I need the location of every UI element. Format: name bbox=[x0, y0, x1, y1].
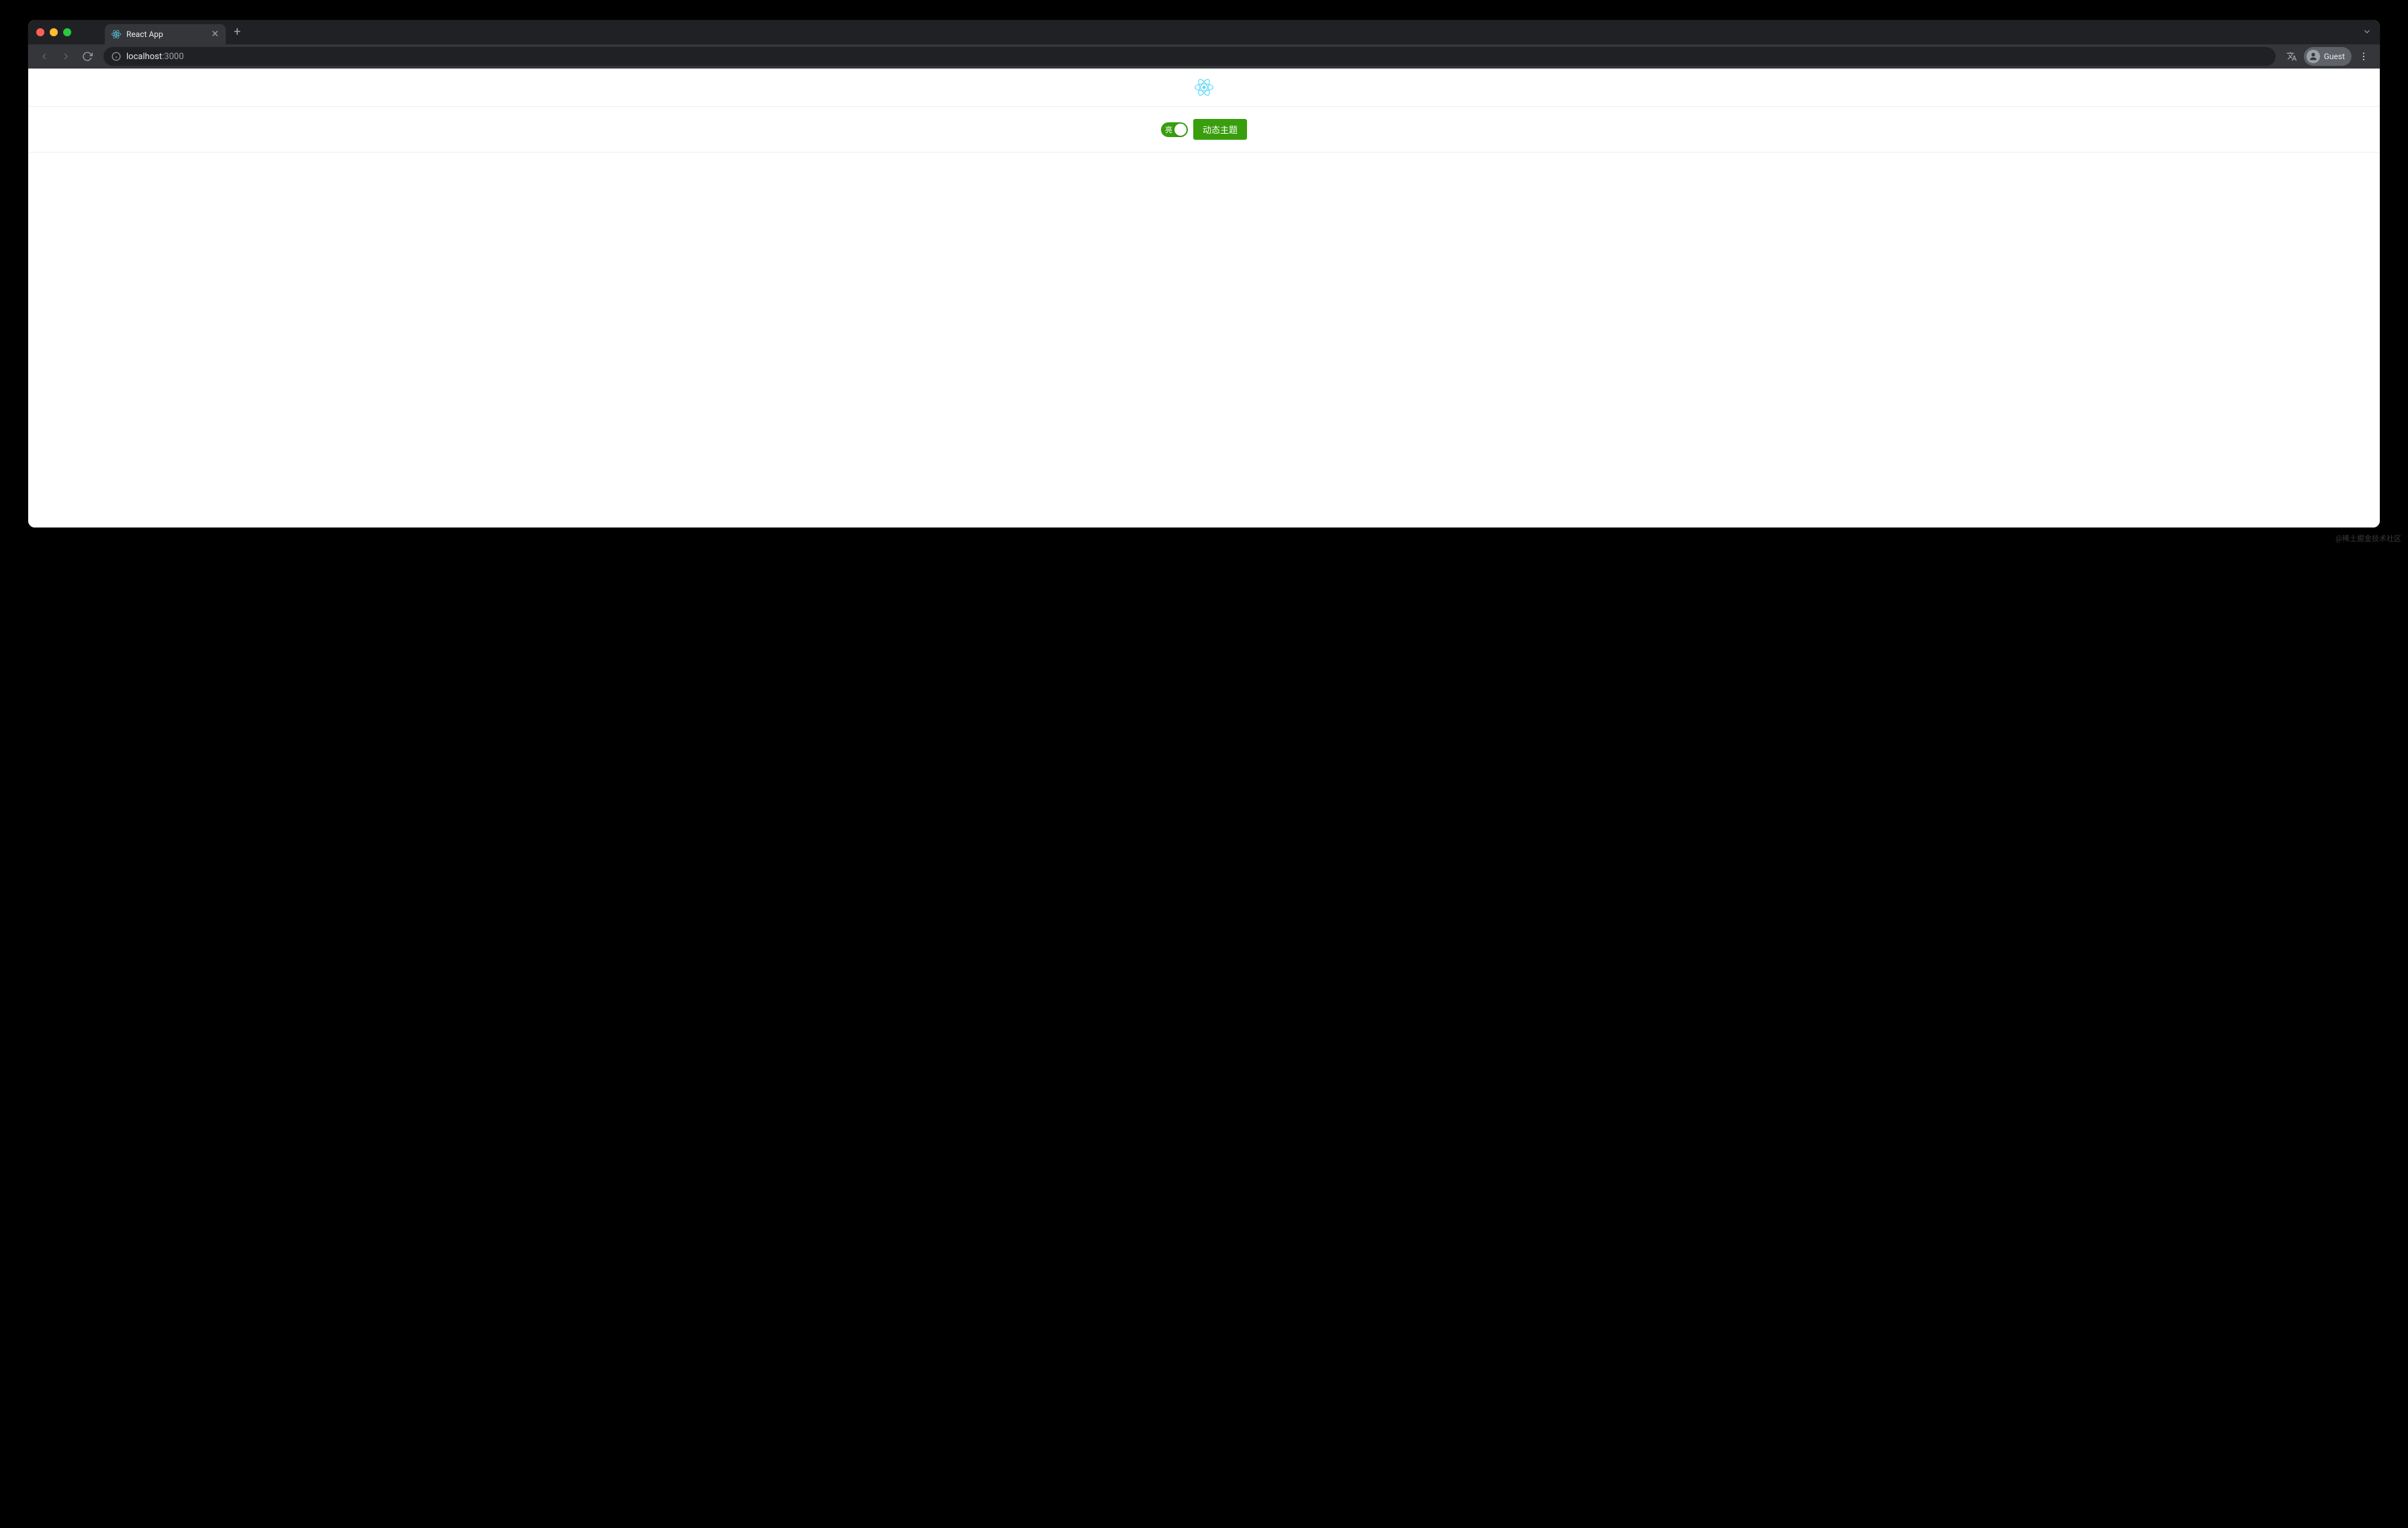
theme-toggle-switch[interactable]: 亮 bbox=[1161, 122, 1188, 137]
react-favicon-icon bbox=[112, 30, 121, 39]
profile-avatar-icon bbox=[2307, 50, 2320, 63]
url-host: localhost bbox=[126, 52, 162, 62]
back-button[interactable] bbox=[35, 47, 54, 66]
controls-section: 亮 动态主题 bbox=[28, 107, 2380, 153]
tabs-dropdown-icon[interactable] bbox=[2362, 26, 2372, 39]
toggle-label: 亮 bbox=[1165, 124, 1172, 135]
browser-toolbar: localhost:3000 Guest bbox=[28, 44, 2380, 69]
content-area: 亮 动态主题 bbox=[28, 69, 2380, 527]
translate-icon[interactable] bbox=[2282, 47, 2301, 66]
window-minimize-button[interactable] bbox=[50, 28, 58, 36]
traffic-lights bbox=[36, 28, 71, 36]
browser-menu-button[interactable] bbox=[2354, 47, 2373, 66]
window-close-button[interactable] bbox=[36, 28, 44, 36]
toolbar-right: Guest bbox=[2282, 47, 2373, 66]
title-bar: React App ✕ + bbox=[28, 20, 2380, 44]
url-text: localhost:3000 bbox=[126, 52, 184, 62]
new-tab-button[interactable]: + bbox=[234, 26, 241, 38]
window-maximize-button[interactable] bbox=[63, 28, 71, 36]
url-port: :3000 bbox=[162, 52, 183, 62]
profile-button[interactable]: Guest bbox=[2304, 47, 2352, 66]
react-logo-icon bbox=[1195, 78, 1213, 97]
dynamic-theme-button[interactable]: 动态主题 bbox=[1193, 119, 1247, 140]
watermark-text: @稀土掘金技术社区 bbox=[2335, 533, 2401, 544]
toggle-knob bbox=[1174, 124, 1187, 136]
browser-tab[interactable]: React App ✕ bbox=[105, 24, 226, 44]
outer-frame: React App ✕ + bbox=[0, 0, 2408, 548]
address-bar[interactable]: localhost:3000 bbox=[103, 47, 2276, 66]
logo-section bbox=[28, 69, 2380, 107]
reload-button[interactable] bbox=[78, 47, 97, 66]
tab-title: React App bbox=[126, 30, 206, 39]
site-info-icon[interactable] bbox=[112, 52, 121, 61]
profile-label: Guest bbox=[2324, 52, 2345, 61]
tab-close-icon[interactable]: ✕ bbox=[211, 30, 219, 39]
browser-window: React App ✕ + bbox=[28, 20, 2380, 527]
forward-button[interactable] bbox=[56, 47, 75, 66]
